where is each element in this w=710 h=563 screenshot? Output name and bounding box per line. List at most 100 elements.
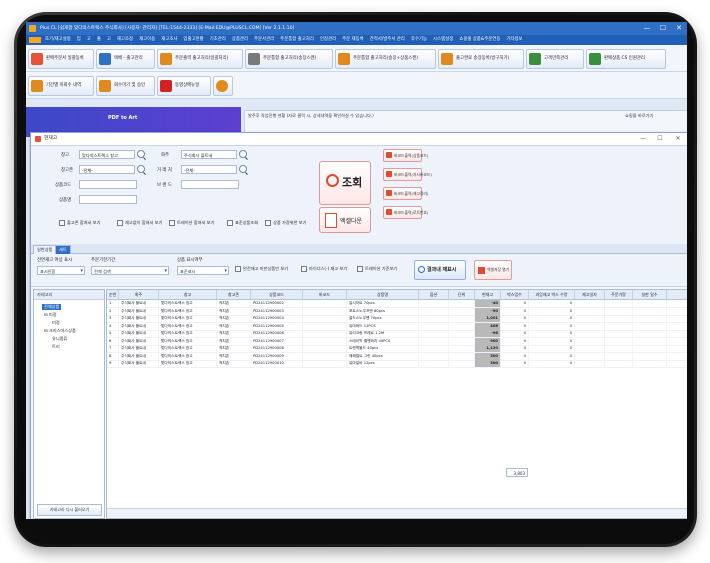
order-period-select[interactable]: 전체 검색 bbox=[91, 266, 169, 276]
mall-shortcut-label[interactable]: 쇼핑몰 바로가기 bbox=[625, 113, 653, 119]
menu-item[interactable]: 상품관리 bbox=[229, 35, 251, 45]
column-header[interactable]: 과잉재고 박스 수량 bbox=[529, 290, 575, 299]
column-header[interactable]: 순번 bbox=[107, 290, 119, 299]
menu-item[interactable]: 시스템설정 bbox=[430, 35, 456, 45]
close-button[interactable]: ✕ bbox=[671, 22, 687, 35]
column-header[interactable]: 단위 bbox=[449, 290, 475, 299]
column-header[interactable]: 재고일자 bbox=[575, 290, 605, 299]
column-header[interactable]: 옵션 bbox=[419, 290, 449, 299]
menu-item[interactable]: 견적서/발주서 관리 bbox=[367, 35, 408, 45]
scan-invoice-shipping-button[interactable]: 주문통합 출고처리(송장스캔) bbox=[245, 49, 333, 69]
return-approval-button[interactable]: 회수마기 및 승인 bbox=[96, 76, 155, 96]
menu-item[interactable]: 입 bbox=[74, 35, 84, 45]
maximize-button[interactable]: ☐ bbox=[655, 22, 671, 35]
excel-download-button[interactable]: 엑셀다운 bbox=[319, 207, 371, 233]
vendor-search-icon[interactable] bbox=[239, 165, 247, 173]
category-node[interactable]: 유니폼류 bbox=[52, 336, 67, 342]
table-row[interactable]: 9 주식회사 플트네 맞다의스트렉스 창고 적치존 PD24112900010 유마일비 … bbox=[107, 360, 687, 368]
menu-item[interactable]: 재고이동 bbox=[136, 35, 158, 45]
excel-save-open-button[interactable]: 엑셀저장 열기 bbox=[474, 260, 512, 280]
menu-item[interactable]: 인정관리 bbox=[317, 35, 339, 45]
check-standard-product[interactable]: 표준상품조회 bbox=[227, 220, 258, 226]
table-cell: 포트스노우프렌 80pcs bbox=[347, 307, 419, 315]
column-header[interactable]: 주문가량 bbox=[605, 290, 633, 299]
horizontal-scrollbar[interactable] bbox=[107, 508, 687, 518]
unreturned-history-button[interactable]: 기간별 미회수 내역 bbox=[28, 76, 94, 96]
location-search-icon[interactable] bbox=[137, 165, 145, 173]
product-code-input[interactable] bbox=[79, 180, 137, 189]
warehouse-field[interactable]: 맞다의스트렉스 창고 bbox=[79, 150, 135, 159]
barcode-print-lot-button[interactable]: 바코드출력(로트번호) bbox=[383, 206, 428, 219]
menu-item[interactable]: 주문 재등록 bbox=[339, 35, 367, 45]
table-cell bbox=[633, 300, 667, 307]
column-header[interactable]: 상품명 bbox=[347, 290, 419, 299]
column-header[interactable]: 실판 일수 bbox=[633, 290, 667, 299]
customer-service-button[interactable]: 고객만족관리 bbox=[526, 49, 584, 69]
category-node[interactable]: ⊟ 크리스마스상품 bbox=[44, 328, 76, 334]
banner-text: PDF to Art bbox=[108, 115, 138, 121]
column-header[interactable]: 박스입수 bbox=[501, 290, 529, 299]
column-header[interactable]: 상품코드 bbox=[251, 290, 303, 299]
toolbar-label: 기간별 미회수 내역 bbox=[46, 83, 82, 88]
stock-minimize-button[interactable]: — bbox=[636, 133, 650, 145]
column-header[interactable]: 화주 bbox=[119, 290, 159, 299]
check-tracking-basis[interactable]: 트레이션 기준보기 bbox=[357, 266, 397, 272]
query-button[interactable]: 조회 bbox=[319, 161, 371, 205]
category-node[interactable]: 미정 bbox=[52, 320, 60, 326]
category-node[interactable]: 트리 bbox=[52, 344, 60, 350]
vendor-field[interactable]: -전체- bbox=[181, 165, 237, 174]
shipped-invoice-register-button[interactable]: 출고완료 송장등록(방구처기) bbox=[438, 49, 524, 69]
order-print-shipping-button[interactable]: 주문출력 출고처리(일괄처리) bbox=[157, 49, 243, 69]
menu-item[interactable]: 재고조정 bbox=[114, 35, 136, 45]
product-cs-staff-button[interactable]: 판매상품 CS 인원관리 bbox=[586, 49, 666, 69]
menu-item[interactable]: 기초관리 bbox=[207, 35, 229, 45]
check-outbound-merge[interactable]: 출고존 합쳐서 보기 bbox=[59, 220, 100, 226]
column-header[interactable]: 바코드 bbox=[303, 290, 347, 299]
scan-invoice-product-button[interactable]: 주문통합 출고처리(송장+상품스캔) bbox=[335, 49, 436, 69]
stock-close-button[interactable]: ✕ bbox=[671, 133, 685, 145]
menu-item[interactable]: 고 bbox=[84, 35, 94, 45]
client-search-icon[interactable] bbox=[239, 150, 247, 158]
category-node-all[interactable]: 전체상품 bbox=[42, 304, 62, 310]
barcode-print-stock-button[interactable]: 바코드출력(재고정리) bbox=[383, 187, 428, 200]
tab-general-products[interactable]: 일반상품 bbox=[33, 245, 57, 254]
menu-item[interactable]: 쇼핑몰 상품&주문연동 bbox=[456, 35, 503, 45]
stock-maximize-button[interactable]: ☐ bbox=[653, 133, 667, 145]
check-tracking-merge[interactable]: 트레이션 합쳐서 보기 bbox=[169, 220, 214, 226]
brand-input[interactable] bbox=[181, 180, 239, 189]
menu-item[interactable]: 주문서관리 bbox=[251, 35, 277, 45]
barcode-print-product-code-button[interactable]: 바코드출력(상품코드) bbox=[383, 149, 428, 162]
courier-shipping-button[interactable]: 택배 - 출고관리 bbox=[96, 49, 155, 69]
menu-item[interactable]: 재고조사 bbox=[158, 35, 180, 45]
check-product-top[interactable]: 상품 가장위한 보기 bbox=[265, 220, 306, 226]
barcode-print-own-barcode-button[interactable]: 바코드출력(자사바코드) bbox=[383, 168, 432, 181]
bulk-order-register-button[interactable]: 판매주문서 일괄등록 bbox=[28, 49, 94, 69]
menu-item[interactable]: 후수기능 bbox=[408, 35, 430, 45]
tab-sets[interactable]: 세트 bbox=[55, 245, 71, 254]
warehouse-search-icon[interactable] bbox=[137, 150, 145, 158]
menu-item[interactable]: 고 bbox=[104, 35, 114, 45]
menu-item[interactable]: 입출고현황 bbox=[180, 35, 206, 45]
column-header[interactable]: 창고 bbox=[159, 290, 217, 299]
product-name-input[interactable] bbox=[79, 195, 137, 204]
menu-item[interactable]: 초기/재고설정 bbox=[42, 35, 74, 45]
check-no-stock-merge[interactable]: 재고없이 합쳐서 보기 bbox=[117, 220, 162, 226]
category-node[interactable]: ⊟ 미정 bbox=[44, 312, 57, 318]
info-button[interactable] bbox=[213, 76, 233, 96]
safety-stock-display-select[interactable]: 표시안함 bbox=[37, 266, 85, 276]
menu-item[interactable]: 주문통합 출고처리 bbox=[277, 35, 317, 45]
menu-item[interactable]: 기타정보 bbox=[503, 35, 525, 45]
reload-category-button[interactable]: 카테고리 다시 불러오기 bbox=[37, 504, 102, 516]
menu-item[interactable]: 출 bbox=[94, 35, 104, 45]
redisplay-in-results-button[interactable]: 결과내 재표시 bbox=[414, 260, 466, 280]
client-field[interactable]: 주식회사 플트네 bbox=[181, 150, 237, 159]
video-manual-button[interactable]: 동영상메뉴얼 bbox=[157, 76, 211, 96]
minimize-button[interactable]: — bbox=[639, 22, 655, 35]
location-field[interactable]: -전체- bbox=[79, 165, 135, 174]
check-minus-stock[interactable]: 마이너스(-) 재고 보기 bbox=[301, 266, 347, 272]
table-cell: 2 bbox=[107, 307, 119, 315]
column-header[interactable]: 창고존 bbox=[217, 290, 251, 299]
check-below-safety-stock[interactable]: 안전재고 미만상품만 보기 bbox=[235, 266, 288, 272]
column-header[interactable]: 현재고 bbox=[475, 290, 501, 299]
product-display-select[interactable]: 표준표시 bbox=[177, 266, 229, 276]
